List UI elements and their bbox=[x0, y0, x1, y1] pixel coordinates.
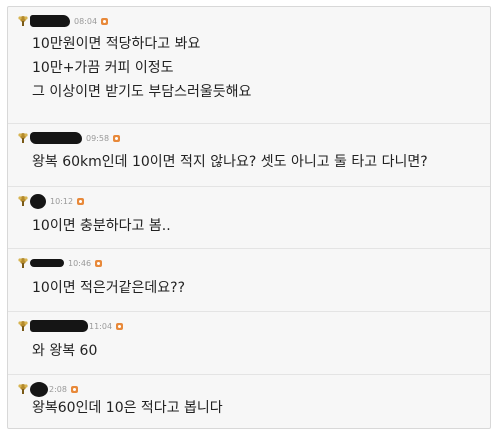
comment-meta: 10:12 bbox=[17, 193, 85, 209]
comment-text: 10만원이면 적당하다고 봐요 bbox=[32, 36, 201, 52]
reply-icon[interactable] bbox=[113, 134, 121, 142]
comment-meta: 09:58 bbox=[17, 130, 121, 146]
comment-timestamp: 10:12 bbox=[50, 196, 74, 206]
comment-text: 10만+가끔 커피 이정도 bbox=[32, 60, 174, 76]
comment-meta: 11:04 bbox=[17, 318, 124, 334]
comment-text: 10이면 충분하다고 봄.. bbox=[32, 218, 171, 234]
comment-timestamp: 09:58 bbox=[86, 133, 110, 143]
comment-item: 10:12 10이면 충분하다고 봄.. bbox=[8, 186, 490, 248]
comment-timestamp: 08:04 bbox=[74, 16, 98, 26]
reply-icon[interactable] bbox=[95, 259, 103, 267]
rank-badge-icon bbox=[18, 196, 28, 206]
reply-icon[interactable] bbox=[70, 385, 78, 393]
reply-icon[interactable] bbox=[116, 322, 124, 330]
rank-badge-icon bbox=[18, 384, 28, 394]
comment-meta: 08:04 bbox=[17, 13, 109, 29]
comment-text: 왕복 60km인데 10이면 적지 않나요? 셋도 아니고 둘 타고 다니면? bbox=[32, 154, 428, 170]
redacted-username bbox=[30, 132, 82, 144]
redacted-username bbox=[30, 259, 64, 267]
comment-timestamp: 10:46 bbox=[68, 258, 92, 268]
comment-item: 09:58 왕복 60km인데 10이면 적지 않나요? 셋도 아니고 둘 타고… bbox=[8, 123, 490, 186]
reply-icon[interactable] bbox=[101, 17, 109, 25]
comment-text: 와 왕복 60 bbox=[32, 343, 98, 359]
comment-list: 08:04 10만원이면 적당하다고 봐요 10만+가끔 커피 이정도 그 이상… bbox=[7, 6, 491, 429]
reply-icon[interactable] bbox=[77, 197, 85, 205]
redacted-username bbox=[30, 381, 48, 397]
rank-badge-icon bbox=[18, 16, 28, 26]
rank-badge-icon bbox=[18, 258, 28, 268]
comment-item: 10:46 10이면 적은거같은데요?? bbox=[8, 248, 490, 311]
comment-timestamp: 2:08 bbox=[49, 384, 67, 394]
redacted-username bbox=[30, 320, 88, 332]
rank-badge-icon bbox=[18, 133, 28, 143]
redacted-username bbox=[30, 15, 70, 27]
comment-item: 08:04 10만원이면 적당하다고 봐요 10만+가끔 커피 이정도 그 이상… bbox=[8, 7, 490, 123]
comment-meta: 2:08 bbox=[17, 381, 78, 397]
comment-meta: 10:46 bbox=[17, 255, 103, 271]
comment-text: 10이면 적은거같은데요?? bbox=[32, 280, 186, 296]
comment-text: 그 이상이면 받기도 부담스러울듯해요 bbox=[32, 84, 252, 100]
comment-text: 왕복60인데 10은 적다고 봅니다 bbox=[32, 400, 223, 416]
comment-timestamp: 11:04 bbox=[89, 321, 113, 331]
comment-item: 2:08 왕복60인데 10은 적다고 봅니다 bbox=[8, 374, 490, 428]
comment-item: 11:04 와 왕복 60 bbox=[8, 311, 490, 374]
rank-badge-icon bbox=[18, 321, 28, 331]
redacted-username bbox=[30, 193, 46, 209]
